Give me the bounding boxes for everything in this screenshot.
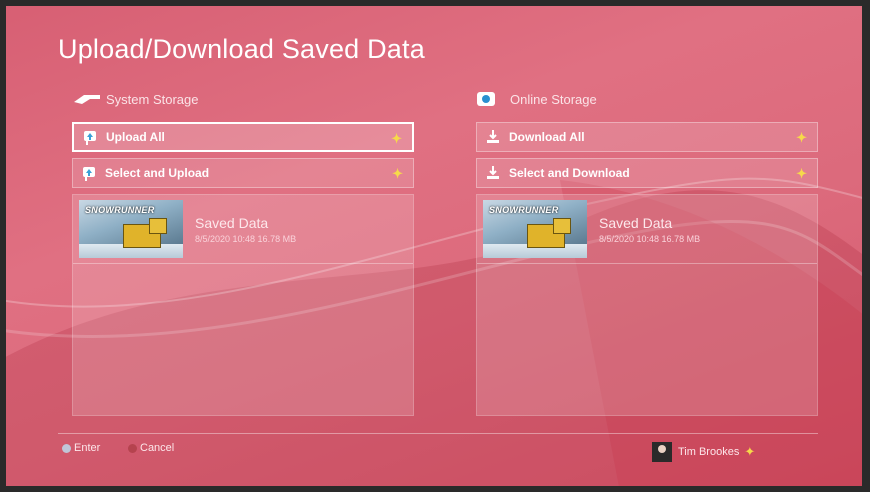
plus-icon: ✦ xyxy=(744,444,756,459)
download-all-label: Download All xyxy=(509,130,585,144)
circle-button-icon xyxy=(128,443,137,453)
upload-icon xyxy=(81,165,105,181)
frame-border xyxy=(0,486,870,492)
plus-icon: ✦ xyxy=(796,166,807,181)
plus-icon: ✦ xyxy=(796,130,807,145)
item-meta: 8/5/2020 10:48 16.78 MB xyxy=(599,233,701,244)
user-name: Tim Brookes xyxy=(678,446,740,458)
upload-all-button[interactable]: Upload All ✦ xyxy=(72,122,414,152)
cloud-storage-icon xyxy=(476,91,510,107)
game-thumbnail: SNOWRUNNER xyxy=(79,200,183,258)
online-storage-panel: Online Storage Download All ✦ Select and… xyxy=(476,84,818,416)
select-and-upload-label: Select and Upload xyxy=(105,166,210,180)
cancel-hint: Cancel xyxy=(128,442,174,454)
footer-divider xyxy=(58,433,818,434)
screen: Upload/Download Saved Data System Storag… xyxy=(0,0,870,492)
system-storage-panel: System Storage Upload All ✦ Select and U… xyxy=(72,84,414,416)
list-item[interactable]: SNOWRUNNER Saved Data 8/5/2020 10:48 16.… xyxy=(73,195,413,264)
thumbnail-logo: SNOWRUNNER xyxy=(489,205,559,215)
upload-all-label: Upload All xyxy=(106,130,165,144)
game-thumbnail: SNOWRUNNER xyxy=(483,200,587,258)
online-storage-list: SNOWRUNNER Saved Data 8/5/2020 10:48 16.… xyxy=(476,194,818,416)
system-storage-label: System Storage xyxy=(106,91,199,107)
select-and-download-label: Select and Download xyxy=(509,166,630,180)
frame-border xyxy=(0,0,870,6)
plus-icon: ✦ xyxy=(392,166,403,181)
thumbnail-logo: SNOWRUNNER xyxy=(85,205,155,215)
download-icon xyxy=(485,165,509,181)
user-profile[interactable]: Tim Brookes ✦ xyxy=(652,442,755,462)
download-all-button[interactable]: Download All ✦ xyxy=(476,122,818,152)
item-meta: 8/5/2020 10:48 16.78 MB xyxy=(195,233,297,244)
item-title: Saved Data xyxy=(599,214,673,231)
list-item[interactable]: SNOWRUNNER Saved Data 8/5/2020 10:48 16.… xyxy=(477,195,817,264)
enter-hint: Enter xyxy=(62,442,100,454)
frame-border xyxy=(862,0,870,492)
cancel-label: Cancel xyxy=(140,442,175,454)
select-and-download-button[interactable]: Select and Download ✦ xyxy=(476,158,818,188)
system-storage-header: System Storage xyxy=(72,84,414,114)
avatar xyxy=(652,442,672,462)
select-and-upload-button[interactable]: Select and Upload ✦ xyxy=(72,158,414,188)
online-storage-header: Online Storage xyxy=(476,84,818,114)
enter-label: Enter xyxy=(74,442,101,454)
upload-icon xyxy=(82,129,106,145)
system-storage-list: SNOWRUNNER Saved Data 8/5/2020 10:48 16.… xyxy=(72,194,414,416)
plus-icon: ✦ xyxy=(391,131,402,146)
page-title: Upload/Download Saved Data xyxy=(58,34,425,64)
online-storage-label: Online Storage xyxy=(510,91,597,107)
download-icon xyxy=(485,129,509,145)
cross-button-icon xyxy=(62,443,71,453)
item-title: Saved Data xyxy=(195,214,269,231)
ps4-console-icon xyxy=(72,93,106,105)
frame-border xyxy=(0,0,6,492)
